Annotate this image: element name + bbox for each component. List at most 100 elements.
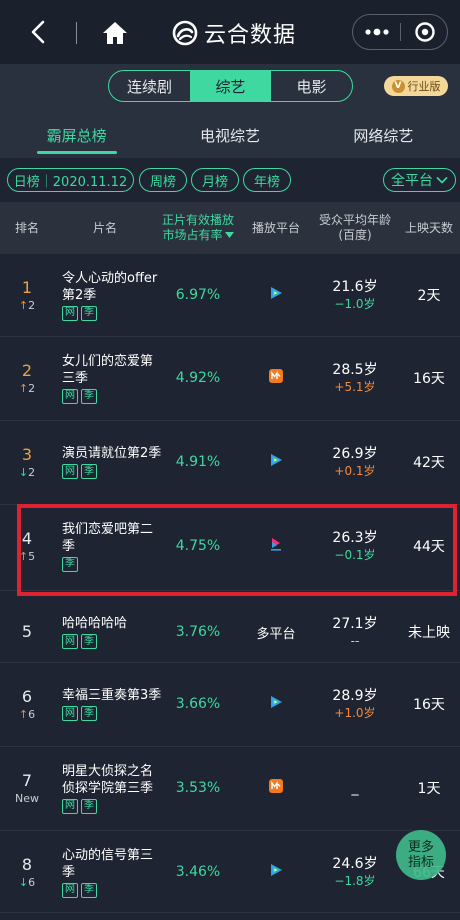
industry-edition-badge[interactable]: V 行业版 bbox=[384, 76, 448, 96]
table-row[interactable]: 1 ↑2 令人心动的offer 第2季 网季 6.97% 21.6岁 −1.0岁… bbox=[0, 254, 460, 337]
age-change: +0.1岁 bbox=[334, 464, 376, 478]
title-cell: 心动的信号第三季 网季 bbox=[62, 831, 162, 913]
more-menu-button[interactable] bbox=[353, 15, 401, 49]
rank-number: 6 bbox=[21, 686, 33, 706]
rank-change: ↓2 bbox=[18, 465, 36, 479]
title-tags: 网季 bbox=[62, 305, 162, 321]
title-tags: 网季 bbox=[62, 706, 162, 721]
mango-tv-icon bbox=[268, 778, 284, 798]
mango-tv-icon bbox=[268, 368, 284, 388]
platform-select-label: 全平台 bbox=[391, 173, 433, 189]
rank-number: 2 bbox=[21, 360, 33, 380]
header-audience-age-line2: (百度) bbox=[338, 228, 372, 242]
age-change: -- bbox=[350, 634, 360, 648]
age-change: +1.0岁 bbox=[334, 706, 376, 720]
table-row[interactable]: 4 ↑5 我们恋爱吧第二季 季 4.75% 26.3岁 −0.1岁 44天 bbox=[0, 505, 460, 591]
audience-age-cell: 28.9岁 +1.0岁 bbox=[312, 663, 398, 745]
audience-age-cell: 26.9岁 +0.1岁 bbox=[312, 421, 398, 503]
table-row[interactable]: 6 ↑6 幸福三重奏第3季 网季 3.66% 28.9岁 +1.0岁 16天 bbox=[0, 663, 460, 747]
home-icon[interactable] bbox=[102, 20, 128, 46]
audience-age: 24.6岁 bbox=[332, 856, 378, 872]
yearly-chart-chip[interactable]: 年榜 bbox=[243, 168, 291, 192]
audience-age: 26.3岁 bbox=[332, 530, 378, 546]
title-tag: 季 bbox=[81, 305, 97, 321]
platform-cell bbox=[240, 505, 312, 587]
title-tag: 网 bbox=[62, 882, 78, 898]
title-cell: 幸福三重奏第3季 网季 bbox=[62, 663, 162, 745]
more-metrics-line1: 更多 bbox=[407, 840, 434, 855]
release-days: 42天 bbox=[413, 455, 445, 471]
chevron-down-icon bbox=[436, 176, 448, 184]
header-audience-age-line1: 受众平均年龄 bbox=[318, 213, 391, 227]
platform-select[interactable]: 全平台 bbox=[383, 168, 456, 192]
table-row[interactable]: 7 New 明星大侦探之名侦探学院第三季 网季 3.53% _ 1天 bbox=[0, 747, 460, 831]
show-title: 幸福三重奏第3季 bbox=[62, 688, 162, 703]
rank-cell: 4 ↑5 bbox=[0, 505, 54, 587]
rank-number: 4 bbox=[21, 528, 33, 548]
table-row[interactable]: 8 ↓6 心动的信号第三季 网季 3.46% 24.6岁 −1.8岁 66天 bbox=[0, 831, 460, 913]
industry-edition-label: 行业版 bbox=[407, 80, 441, 93]
mode-tab-drama[interactable]: 连续剧 bbox=[109, 71, 190, 101]
daily-chart-date-chip[interactable]: 日榜｜2020.11.12 bbox=[7, 168, 134, 192]
show-title: 明星大侦探之名侦探学院第三季 bbox=[62, 763, 154, 796]
table-row[interactable]: 3 ↓2 演员请就位第2季 网季 4.91% 26.9岁 +0.1岁 42天 bbox=[0, 421, 460, 505]
mode-tab-variety[interactable]: 综艺 bbox=[190, 71, 271, 101]
rank-cell: 1 ↑2 bbox=[0, 254, 54, 336]
rank-cell: 7 New bbox=[0, 747, 54, 829]
show-title: 演员请就位第2季 bbox=[62, 446, 162, 461]
rank-change: ↑2 bbox=[18, 298, 36, 312]
title-tag: 季 bbox=[81, 882, 97, 898]
sub-tab-overall[interactable]: 霸屏总榜 bbox=[0, 112, 153, 158]
rank-down-arrow-icon: ↓ bbox=[18, 875, 29, 889]
audience-age-cell: 21.6岁 −1.0岁 bbox=[312, 254, 398, 336]
title-tag: 季 bbox=[81, 798, 97, 814]
header-days: 上映天数 bbox=[404, 220, 453, 235]
youku-icon bbox=[268, 536, 284, 556]
age-change: +5.1岁 bbox=[334, 380, 376, 394]
header-audience-age: 受众平均年龄 (百度) bbox=[312, 202, 398, 254]
mode-tab-movie[interactable]: 电影 bbox=[271, 71, 352, 101]
brand: 云合数据 bbox=[172, 16, 296, 50]
header-market-share[interactable]: 正片有效播放 市场占有率 bbox=[158, 202, 238, 254]
rank-cell: 3 ↓2 bbox=[0, 421, 54, 503]
monthly-chart-chip[interactable]: 月榜 bbox=[191, 168, 239, 192]
title-tag: 网 bbox=[62, 798, 78, 814]
table-row[interactable]: 5 哈哈哈哈哈 网季 3.76% 多平台 27.1岁 -- 未上映 bbox=[0, 591, 460, 663]
show-title: 心动的信号第三季 bbox=[62, 847, 154, 880]
release-days: 1天 bbox=[417, 781, 441, 797]
close-miniapp-button[interactable] bbox=[401, 15, 449, 49]
weekly-chart-chip[interactable]: 周榜 bbox=[139, 168, 187, 192]
title-tag: 网 bbox=[62, 388, 78, 404]
more-metrics-line2: 指标 bbox=[407, 855, 434, 870]
audience-age: 26.9岁 bbox=[332, 446, 378, 462]
sub-tab-tv-variety[interactable]: 电视综艺 bbox=[153, 112, 306, 158]
market-share: 3.53% bbox=[175, 780, 221, 796]
sub-tab-web-variety[interactable]: 网络综艺 bbox=[307, 112, 460, 158]
rank-number: 1 bbox=[21, 277, 33, 297]
platform-cell bbox=[240, 337, 312, 419]
show-title: 女儿们的恋爱第三季 bbox=[62, 353, 154, 386]
title-tag: 网 bbox=[62, 706, 78, 721]
more-metrics-button[interactable]: 更多 指标 bbox=[396, 830, 446, 880]
title-cell: 女儿们的恋爱第三季 网季 bbox=[62, 337, 162, 419]
audience-age: _ bbox=[351, 780, 359, 796]
title-cell: 演员请就位第2季 网季 bbox=[62, 421, 162, 503]
audience-age: 28.5岁 bbox=[332, 362, 378, 378]
rank-number: 7 bbox=[21, 770, 33, 790]
audience-age: 28.9岁 bbox=[332, 688, 378, 704]
show-title: 哈哈哈哈哈 bbox=[62, 616, 128, 631]
title-tag: 季 bbox=[62, 556, 78, 572]
audience-age-cell: 26.3岁 −0.1岁 bbox=[312, 505, 398, 587]
market-share: 3.66% bbox=[175, 696, 221, 712]
rank-cell: 2 ↑2 bbox=[0, 337, 54, 419]
title-tag: 网 bbox=[62, 305, 78, 321]
top-bar: 云合数据 bbox=[0, 0, 460, 64]
audience-age-cell: 28.5岁 +5.1岁 bbox=[312, 337, 398, 419]
table-row[interactable]: 2 ↑2 女儿们的恋爱第三季 网季 4.92% 28.5岁 +5.1岁 16天 bbox=[0, 337, 460, 421]
rank-up-arrow-icon: ↑ bbox=[18, 298, 29, 312]
rank-change: ↑6 bbox=[18, 707, 36, 721]
show-title: 我们恋爱吧第二季 bbox=[62, 521, 154, 554]
back-arrow-icon[interactable] bbox=[26, 18, 50, 46]
header-rank: 排名 bbox=[14, 220, 39, 235]
rank-change: ↑2 bbox=[18, 381, 36, 395]
